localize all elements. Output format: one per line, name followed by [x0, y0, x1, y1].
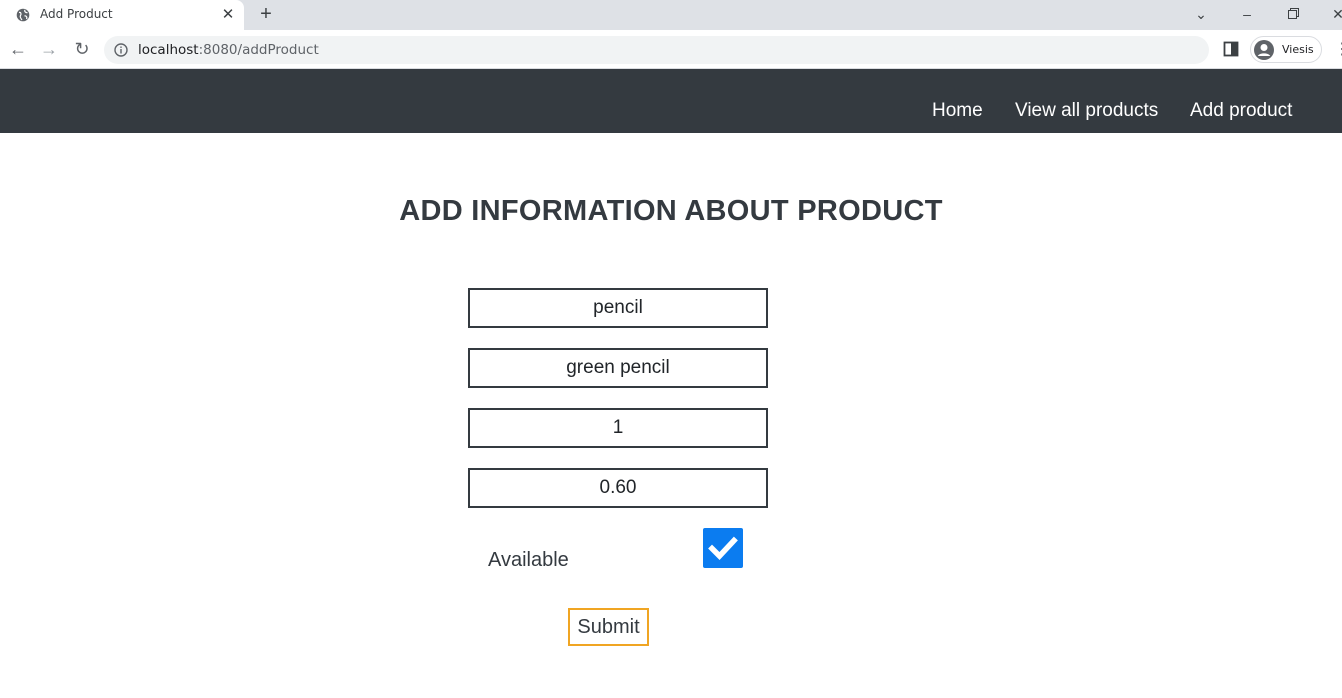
restore-icon[interactable] [1283, 4, 1303, 24]
nav-link-home[interactable]: Home [932, 100, 983, 122]
close-window-icon[interactable]: ✕ [1328, 4, 1342, 24]
submit-button[interactable]: Submit [568, 608, 649, 646]
site-navbar: Home View all products Add product [0, 69, 1342, 133]
available-label: Available [488, 549, 569, 571]
reload-icon[interactable]: ↻ [72, 39, 92, 59]
profile-name: Viesis [1282, 43, 1314, 56]
avatar-icon [1254, 40, 1274, 60]
side-panel-icon[interactable] [1223, 41, 1239, 57]
profile-button[interactable]: Viesis [1250, 36, 1322, 63]
url-text: localhost:8080/addProduct [138, 42, 319, 58]
back-icon[interactable]: ← [8, 39, 28, 59]
info-icon[interactable] [114, 43, 128, 57]
checkmark-icon [708, 536, 738, 560]
url-path: :8080/addProduct [198, 42, 319, 58]
product-name-input[interactable] [468, 288, 768, 328]
available-checkbox[interactable] [703, 528, 743, 568]
globe-icon [16, 8, 30, 22]
tab-title: Add Product [40, 7, 113, 21]
close-tab-icon[interactable]: ✕ [220, 7, 236, 23]
address-bar[interactable]: localhost:8080/addProduct [104, 36, 1209, 64]
url-host: localhost [138, 42, 199, 58]
browser-tab-bar: Add Product ✕ + ⌄ – ✕ [0, 0, 1342, 30]
product-description-input[interactable] [468, 348, 768, 388]
menu-icon[interactable]: ⋮ [1334, 40, 1342, 60]
tab-search-icon[interactable]: ⌄ [1191, 4, 1211, 24]
browser-toolbar: ← → ↻ localhost:8080/addProduct Viesis ⋮ [0, 30, 1342, 69]
product-price-input[interactable] [468, 468, 768, 508]
browser-tab[interactable]: Add Product ✕ [0, 0, 244, 30]
page-title: ADD INFORMATION ABOUT PRODUCT [399, 195, 943, 227]
product-quantity-input[interactable] [468, 408, 768, 448]
forward-icon[interactable]: → [39, 39, 59, 59]
nav-link-view-all-products[interactable]: View all products [1015, 100, 1158, 122]
minimize-icon[interactable]: – [1237, 4, 1257, 24]
new-tab-icon[interactable]: + [256, 4, 276, 24]
nav-link-add-product[interactable]: Add product [1190, 100, 1292, 122]
